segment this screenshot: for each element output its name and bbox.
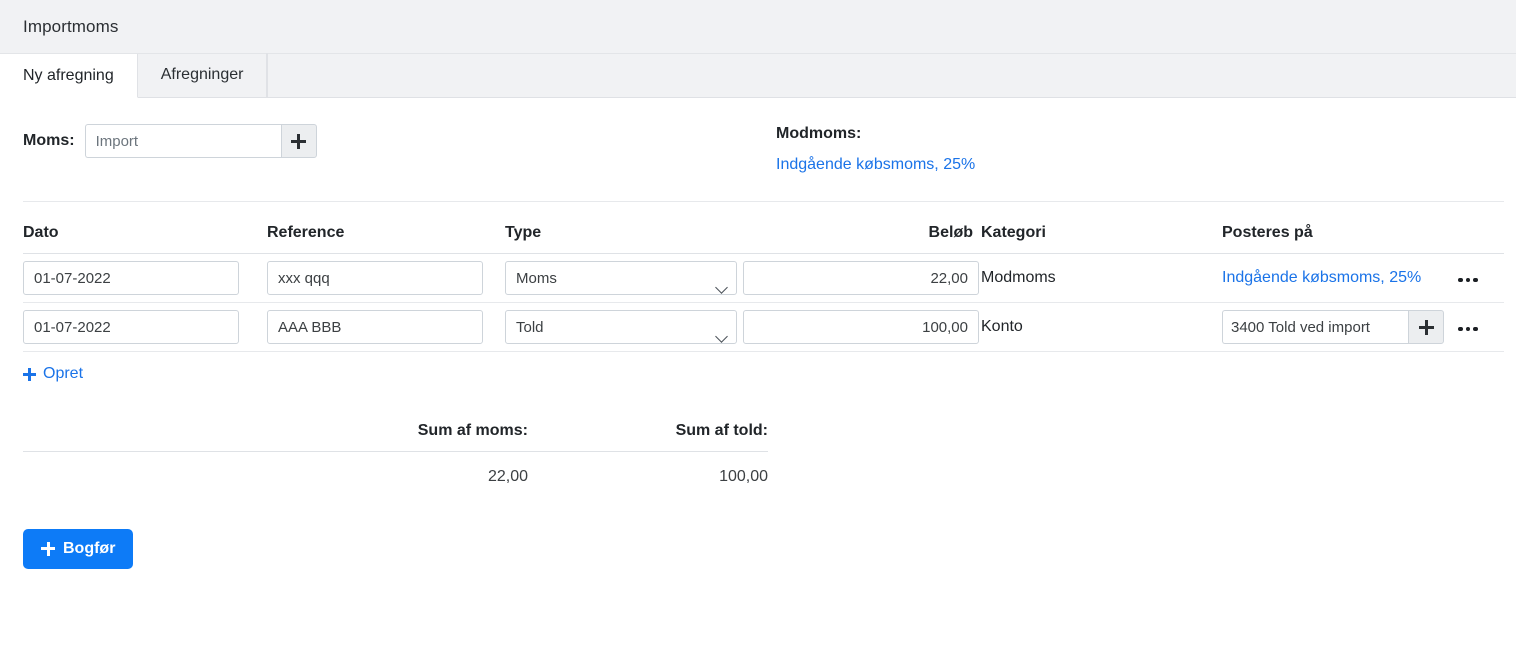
type-select-wrapper-row-2: Told [505,310,737,344]
cell-row-menu [1454,302,1504,352]
summary-value-row: 22,00 100,00 [23,451,768,486]
summary-spacer-cell [23,451,288,486]
moms-field-group: Moms: [0,124,760,158]
create-row: Opret [0,352,1516,386]
sum-af-told-label: Sum af told: [528,421,768,452]
plus-icon [1418,319,1434,335]
bogfor-button[interactable]: Bogfør [23,528,134,569]
row-menu-button-row-2[interactable] [1454,326,1482,331]
cell-belob [743,253,981,303]
cell-posteres-paa: Indgående købsmoms, 25% [1222,253,1454,303]
moms-input[interactable] [84,124,281,158]
plus-icon [23,367,36,381]
cell-kategori: Modmoms [981,253,1222,303]
cell-type: Moms [505,253,743,303]
moms-input-group [84,124,317,158]
type-select-row-2[interactable]: Told [505,310,737,344]
tab-ny-afregning[interactable]: Ny afregning [0,54,138,98]
posteres-paa-add-button-row-2[interactable] [1408,310,1444,344]
row-menu-button-row-1[interactable] [1454,277,1482,282]
kategori-value-row-2: Konto [981,318,1023,335]
cell-reference [267,253,505,303]
tab-afregninger[interactable]: Afregninger [138,53,268,97]
create-line-button[interactable]: Opret [23,365,83,383]
lines-table: Dato Reference Type Beløb Kategori Poste… [23,202,1504,352]
summary-header-row: Sum af moms: Sum af told: [23,421,768,452]
table-row: Told Konto [23,302,1504,352]
summary-spacer [23,421,288,452]
column-header-type: Type [505,202,743,254]
ellipsis-icon [1473,277,1478,282]
lines-table-wrapper: Dato Reference Type Beløb Kategori Poste… [0,202,1516,352]
sum-af-told-value: 100,00 [719,467,768,485]
cell-row-menu [1454,253,1504,303]
form-top-row: Moms: Modmoms: Indgående købsmoms, 25% [0,98,1516,174]
cell-kategori: Konto [981,302,1222,352]
cell-posteres-paa [1222,302,1454,352]
moms-label: Moms: [23,132,75,149]
tab-label: Afregninger [160,66,244,83]
kategori-value-row-1: Modmoms [981,269,1056,286]
belob-input-row-2[interactable] [743,310,979,344]
ellipsis-icon [1458,326,1463,331]
posteres-paa-input-group-row-2 [1222,310,1444,344]
create-line-label: Opret [43,365,84,382]
table-row: Moms Modmoms Indgående købsmom [23,253,1504,303]
bogfor-button-label: Bogfør [63,539,116,557]
posteres-paa-link-row-1[interactable]: Indgående købsmoms, 25% [1222,269,1421,286]
cell-reference [267,302,505,352]
ellipsis-icon [1465,277,1470,282]
cell-type: Told [505,302,743,352]
posteres-paa-input-row-2[interactable] [1222,310,1408,344]
window-header: Importmoms [0,0,1516,54]
modmoms-value-link[interactable]: Indgående købsmoms, 25% [776,156,975,174]
sum-af-moms-value: 22,00 [487,467,528,485]
sum-af-moms-label: Sum af moms: [288,421,528,452]
plus-icon [41,541,55,556]
moms-add-button[interactable] [280,124,317,158]
plus-icon [291,133,307,149]
column-header-posteres-paa: Posteres på [1222,202,1504,254]
tab-label: Ny afregning [23,66,114,84]
type-select-row-1[interactable]: Moms [505,261,737,295]
summary-table: Sum af moms: Sum af told: 22,00 100,00 [23,421,768,486]
page-content: Moms: Modmoms: Indgående købsmoms, 25% [0,98,1516,569]
footer-actions: Bogfør [0,486,1516,569]
importmoms-page: Importmoms Ny afregning Afregninger Moms… [0,0,1516,650]
column-header-dato: Dato [23,202,267,254]
modmoms-label: Modmoms: [776,125,862,142]
type-select-wrapper-row-1: Moms [505,261,737,295]
page-title: Importmoms [23,16,119,36]
column-header-reference: Reference [267,202,505,254]
tab-bar-filler [267,53,1516,97]
ellipsis-icon [1458,277,1463,282]
reference-input-row-2[interactable] [267,310,483,344]
dato-input-row-1[interactable] [23,261,239,295]
cell-dato [23,302,267,352]
ellipsis-icon [1473,326,1478,331]
ellipsis-icon [1465,326,1470,331]
reference-input-row-1[interactable] [267,261,483,295]
summary-wrapper: Sum af moms: Sum af told: 22,00 100,00 [0,386,1516,486]
dato-input-row-2[interactable] [23,310,239,344]
table-header-row: Dato Reference Type Beløb Kategori Poste… [23,202,1504,254]
modmoms-group: Modmoms: Indgående købsmoms, 25% [760,124,975,174]
tab-bar: Ny afregning Afregninger [0,53,1516,98]
cell-belob [743,302,981,352]
cell-dato [23,253,267,303]
column-header-belob: Beløb [743,202,981,254]
belob-input-row-1[interactable] [743,261,979,295]
column-header-kategori: Kategori [981,202,1222,254]
